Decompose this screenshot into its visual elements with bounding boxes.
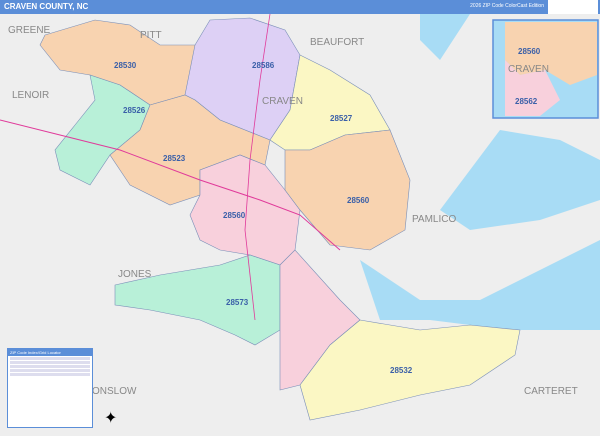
county-label: CARTERET <box>524 386 578 397</box>
zip-label: 28530 <box>114 61 137 70</box>
zip-label: 28523 <box>163 154 186 163</box>
zip-label: 28526 <box>123 106 146 115</box>
county-label: JONES <box>118 269 152 280</box>
inset-map[interactable]: 28560 CRAVEN 28562 <box>492 19 599 119</box>
county-label: LENOIR <box>12 90 49 101</box>
zip-label: 28573 <box>226 298 249 307</box>
zip-label: 28586 <box>252 61 275 70</box>
map-title: CRAVEN COUNTY, NC <box>4 2 89 11</box>
zip-label: 28560 <box>347 196 370 205</box>
inset-zip-label: 28560 <box>518 47 541 56</box>
zip-label: 28560 <box>223 211 246 220</box>
legend-title: ZIP Code Index/Grid Locator <box>8 349 92 356</box>
county-label: GREENE <box>8 25 51 36</box>
zip-label: 28527 <box>330 114 353 123</box>
county-label: ONSLOW <box>92 386 137 397</box>
legend-panel: ZIP Code Index/Grid Locator <box>7 348 93 428</box>
county-label: BEAUFORT <box>310 37 364 48</box>
zip-label: 28532 <box>390 366 413 375</box>
inset-zip-label: 28562 <box>515 97 538 106</box>
header-bar: CRAVEN COUNTY, NC 2026 ZIP Code ColorCas… <box>0 0 600 14</box>
compass-rose-icon: ✦ <box>104 410 118 427</box>
edition-label: 2026 ZIP Code ColorCast Edition <box>470 3 544 9</box>
brand-logo <box>548 0 598 14</box>
map-page: CRAVEN COUNTY, NC 2026 ZIP Code ColorCas… <box>0 0 600 436</box>
inset-county-label: CRAVEN <box>508 64 549 75</box>
county-label: PAMLICO <box>412 214 456 225</box>
county-label: PITT <box>140 30 162 41</box>
county-label: CRAVEN <box>262 96 303 107</box>
